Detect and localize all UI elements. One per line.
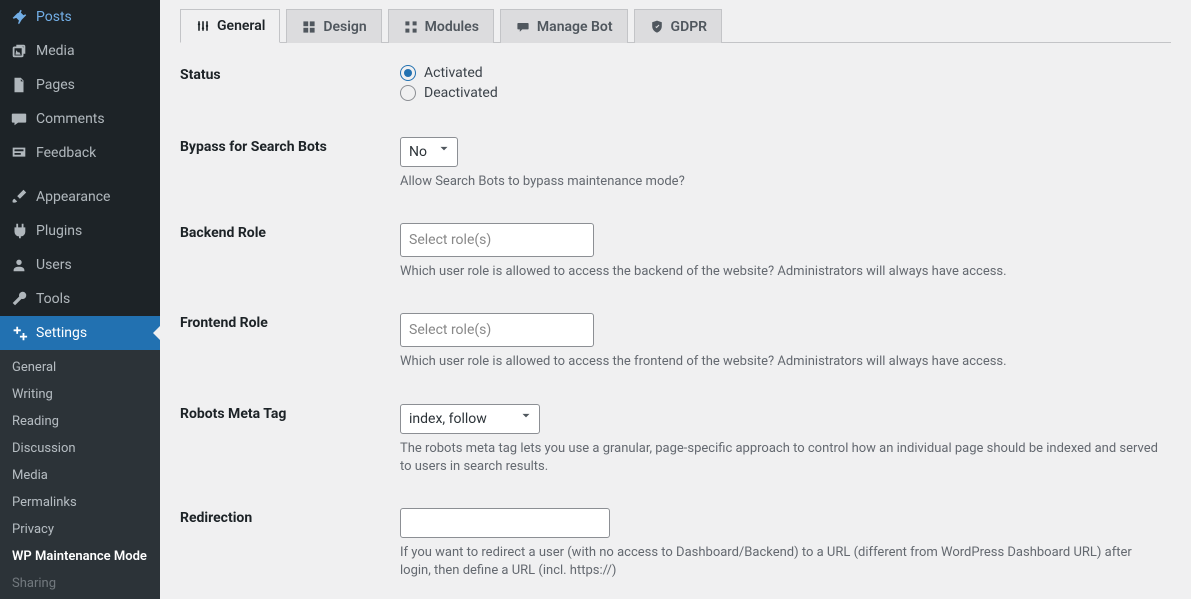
sidebar-item-settings[interactable]: Settings <box>0 316 160 350</box>
sidebar-item-label: Users <box>36 257 72 273</box>
feedback-icon <box>10 144 28 162</box>
sidebar-item-label: Plugins <box>36 223 82 239</box>
sidebar-item-tools[interactable]: Tools <box>0 282 160 316</box>
sidebar-item-appearance[interactable]: Appearance <box>0 180 160 214</box>
tab-modules[interactable]: Modules <box>388 9 494 43</box>
robots-label: Robots Meta Tag <box>180 404 400 476</box>
backend-role-label: Backend Role <box>180 223 400 281</box>
sidebar-item-label: Feedback <box>36 145 96 161</box>
main-content: General Design Modules Manage Bot GDPR S… <box>160 0 1191 599</box>
status-activated-label: Activated <box>424 65 483 81</box>
tab-manage-bot[interactable]: Manage Bot <box>500 9 628 43</box>
design-icon <box>301 19 317 35</box>
backend-role-select[interactable]: Select role(s) <box>400 223 594 257</box>
submenu-wp-maintenance-mode[interactable]: WP Maintenance Mode <box>0 543 160 570</box>
tab-label: GDPR <box>671 19 708 35</box>
sidebar-item-comments[interactable]: Comments <box>0 102 160 136</box>
general-settings-form: Status Activated Deactivated Bypass for … <box>180 65 1171 580</box>
sidebar-item-label: Posts <box>36 9 72 25</box>
bot-icon <box>515 19 531 35</box>
sidebar-item-label: Comments <box>36 111 105 127</box>
sliders-icon <box>195 18 211 34</box>
settings-icon <box>10 324 28 342</box>
frontend-role-label: Frontend Role <box>180 313 400 371</box>
admin-sidebar: Posts Media Pages Comments Feedback Appe… <box>0 0 160 599</box>
frontend-role-placeholder: Select role(s) <box>409 322 491 338</box>
submenu-general[interactable]: General <box>0 354 160 381</box>
sidebar-item-posts[interactable]: Posts <box>0 0 160 34</box>
redirect-input[interactable] <box>400 508 610 538</box>
sidebar-item-label: Appearance <box>36 189 110 205</box>
bypass-desc: Allow Search Bots to bypass maintenance … <box>400 173 1160 191</box>
sidebar-submenu-settings: General Writing Reading Discussion Media… <box>0 350 160 599</box>
redirect-desc: If you want to redirect a user (with no … <box>400 544 1160 580</box>
frontend-role-select[interactable]: Select role(s) <box>400 313 594 347</box>
submenu-reading[interactable]: Reading <box>0 408 160 435</box>
backend-role-desc: Which user role is allowed to access the… <box>400 263 1160 281</box>
submenu-discussion[interactable]: Discussion <box>0 435 160 462</box>
robots-select[interactable]: index, follow <box>400 404 540 434</box>
brush-icon <box>10 188 28 206</box>
status-label: Status <box>180 65 400 105</box>
frontend-role-desc: Which user role is allowed to access the… <box>400 353 1160 371</box>
comment-icon <box>10 110 28 128</box>
tab-label: Manage Bot <box>537 19 613 35</box>
sidebar-item-feedback[interactable]: Feedback <box>0 136 160 170</box>
tab-general[interactable]: General <box>180 9 280 43</box>
tab-design[interactable]: Design <box>286 9 381 43</box>
sidebar-item-users[interactable]: Users <box>0 248 160 282</box>
status-deactivated-radio[interactable] <box>400 85 416 101</box>
submenu-privacy[interactable]: Privacy <box>0 516 160 543</box>
settings-tabs: General Design Modules Manage Bot GDPR <box>180 8 1171 43</box>
shield-icon <box>649 19 665 35</box>
backend-role-placeholder: Select role(s) <box>409 232 491 248</box>
media-icon <box>10 42 28 60</box>
bypass-value: No <box>409 142 427 162</box>
status-activated-radio[interactable] <box>400 65 416 81</box>
chevron-down-icon <box>437 142 451 162</box>
tab-label: General <box>217 18 265 34</box>
submenu-sharing[interactable]: Sharing <box>0 570 160 597</box>
tab-gdpr[interactable]: GDPR <box>634 9 723 43</box>
wrench-icon <box>10 290 28 308</box>
status-deactivated-label: Deactivated <box>424 85 498 101</box>
user-icon <box>10 256 28 274</box>
bypass-select[interactable]: No <box>400 137 458 167</box>
sidebar-item-media[interactable]: Media <box>0 34 160 68</box>
submenu-permalinks[interactable]: Permalinks <box>0 489 160 516</box>
submenu-media[interactable]: Media <box>0 462 160 489</box>
robots-desc: The robots meta tag lets you use a granu… <box>400 440 1160 476</box>
sidebar-item-label: Pages <box>36 77 75 93</box>
page-icon <box>10 76 28 94</box>
tab-label: Design <box>323 19 366 35</box>
robots-value: index, follow <box>409 409 487 429</box>
modules-icon <box>403 19 419 35</box>
tab-label: Modules <box>425 19 479 35</box>
sidebar-item-pages[interactable]: Pages <box>0 68 160 102</box>
bypass-label: Bypass for Search Bots <box>180 137 400 191</box>
plug-icon <box>10 222 28 240</box>
chevron-down-icon <box>519 409 533 429</box>
submenu-writing[interactable]: Writing <box>0 381 160 408</box>
sidebar-item-plugins[interactable]: Plugins <box>0 214 160 248</box>
redirect-label: Redirection <box>180 508 400 580</box>
pin-icon <box>10 8 28 26</box>
sidebar-item-label: Media <box>36 43 75 59</box>
sidebar-item-label: Tools <box>36 291 70 307</box>
sidebar-item-label: Settings <box>36 325 87 341</box>
